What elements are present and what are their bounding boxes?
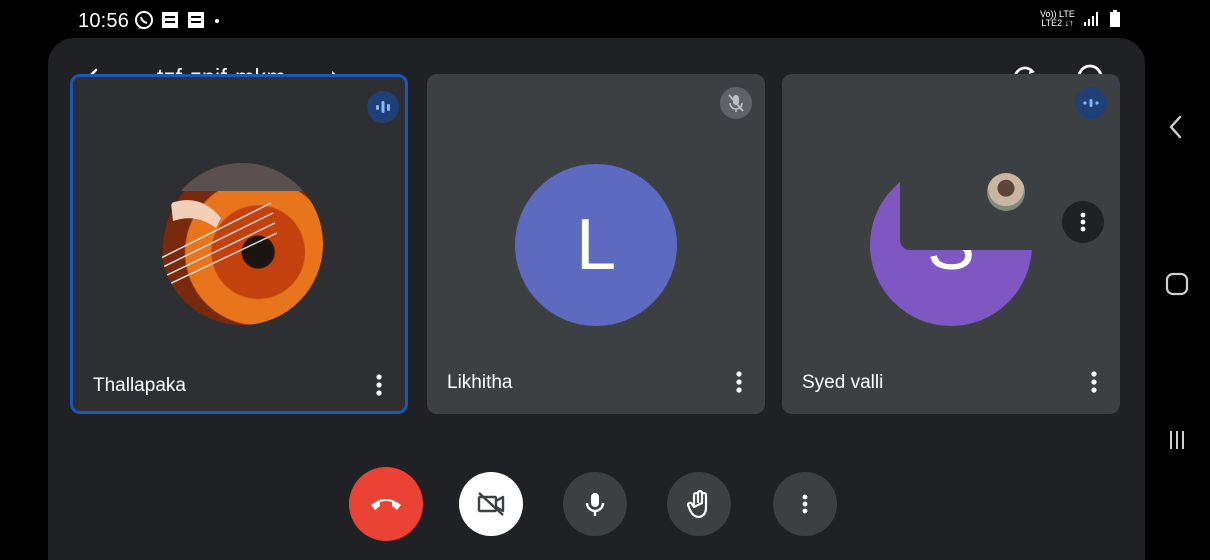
phone-screen: 10:56 Vo)) LTE LTE2 ↓↑ Thallapaka L Likh… bbox=[0, 0, 1210, 560]
more-vert-icon bbox=[1080, 212, 1086, 232]
avatar-initial: L bbox=[515, 164, 677, 326]
avatar-photo-guitar bbox=[161, 163, 323, 325]
end-call-button[interactable] bbox=[349, 467, 423, 541]
mic-icon bbox=[585, 493, 605, 516]
speaking-indicator-icon bbox=[367, 91, 399, 123]
participant-tile-likhitha[interactable]: L Likhitha bbox=[427, 74, 765, 414]
nav-recents-button[interactable] bbox=[1165, 428, 1189, 457]
message-icon-2 bbox=[188, 12, 204, 28]
recents-icon bbox=[1170, 431, 1184, 449]
self-avatar bbox=[987, 173, 1025, 211]
status-right: Vo)) LTE LTE2 ↓↑ bbox=[1040, 10, 1121, 28]
home-square-icon bbox=[1165, 272, 1189, 296]
status-bar: 10:56 Vo)) LTE LTE2 ↓↑ bbox=[0, 0, 1145, 38]
participant-name: Syed valli bbox=[802, 372, 884, 393]
mic-muted-icon bbox=[720, 87, 752, 119]
network-label: Vo)) LTE LTE2 ↓↑ bbox=[1040, 9, 1075, 28]
self-view-tile[interactable] bbox=[900, 133, 1110, 250]
nav-back-button[interactable] bbox=[1165, 114, 1187, 145]
hand-icon bbox=[686, 489, 708, 519]
speaking-indicator-icon bbox=[1075, 87, 1107, 119]
raise-hand-button[interactable] bbox=[667, 472, 731, 536]
notification-icons bbox=[134, 10, 222, 30]
participant-tile-thallapaka[interactable]: Thallapaka bbox=[70, 74, 408, 414]
whatsapp-icon bbox=[135, 11, 153, 29]
chevron-left-icon bbox=[1169, 115, 1182, 139]
videocam-off-icon bbox=[477, 492, 505, 516]
self-view-more-button[interactable] bbox=[1062, 201, 1104, 243]
more-vert-icon[interactable] bbox=[1090, 370, 1098, 394]
dot-icon bbox=[215, 19, 219, 23]
more-options-button[interactable] bbox=[773, 472, 837, 536]
more-vert-icon[interactable] bbox=[375, 373, 383, 397]
signal-icon bbox=[1083, 12, 1098, 26]
android-nav-bar bbox=[1145, 0, 1210, 560]
more-vert-icon bbox=[802, 494, 808, 514]
battery-icon bbox=[1109, 10, 1120, 27]
participant-name: Likhitha bbox=[447, 372, 513, 393]
status-time: 10:56 bbox=[78, 10, 130, 32]
camera-toggle-button[interactable] bbox=[459, 472, 523, 536]
participant-name: Thallapaka bbox=[93, 375, 186, 396]
message-icon bbox=[162, 12, 178, 28]
microphone-button[interactable] bbox=[563, 472, 627, 536]
phone-hangup-icon bbox=[371, 499, 401, 510]
more-vert-icon[interactable] bbox=[735, 370, 743, 394]
nav-home-button[interactable] bbox=[1165, 272, 1189, 301]
